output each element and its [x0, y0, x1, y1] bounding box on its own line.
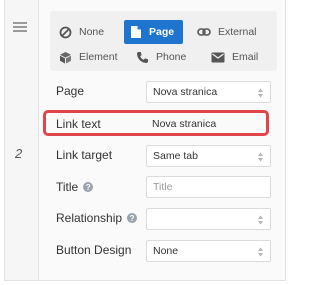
no-link-icon — [59, 26, 72, 38]
link-type-label: Phone — [156, 51, 187, 63]
link-type-page[interactable]: Page — [124, 20, 184, 44]
link-target-select[interactable]: Same tab — [146, 145, 271, 167]
link-type-none[interactable]: None — [59, 20, 104, 44]
link-settings-panel: 2 None Page External Element Phone Email… — [4, 0, 286, 281]
page-label: Page — [56, 84, 85, 98]
link-type-label: Element — [79, 51, 118, 63]
link-type-label: Page — [149, 26, 175, 38]
help-icon[interactable]: ? — [127, 213, 138, 223]
link-text-highlight — [43, 110, 269, 136]
page-select[interactable]: Nova stranica — [146, 81, 271, 103]
button-design-select[interactable]: None — [146, 240, 271, 262]
button-design-label: Button Design — [56, 243, 132, 257]
link-type-label: External — [218, 26, 257, 38]
row-number: 2 — [15, 146, 23, 161]
link-type-selector: None Page External Element Phone Email — [50, 11, 277, 71]
row-gutter: 2 — [5, 0, 39, 280]
select-arrows-icon — [258, 247, 263, 257]
phone-icon — [137, 51, 148, 63]
relationship-label: Relationship ? — [56, 211, 138, 225]
link-type-label: None — [79, 26, 105, 38]
link-type-email[interactable]: Email — [211, 45, 258, 69]
link-type-phone[interactable]: Phone — [136, 45, 186, 69]
help-icon[interactable]: ? — [83, 182, 94, 192]
envelope-icon — [211, 52, 225, 62]
select-arrows-icon — [258, 152, 263, 162]
page-icon — [131, 26, 141, 38]
select-arrows-icon — [258, 88, 263, 98]
drag-handle-icon[interactable] — [13, 22, 27, 32]
link-type-element[interactable]: Element — [59, 45, 118, 69]
title-input[interactable]: Title — [146, 176, 271, 198]
relationship-select[interactable] — [146, 208, 271, 230]
cube-icon — [60, 51, 71, 63]
title-label: Title ? — [56, 180, 94, 194]
link-target-label: Link target — [56, 148, 113, 162]
link-type-external[interactable]: External — [197, 20, 257, 44]
select-arrows-icon — [258, 215, 263, 225]
chain-link-icon — [197, 28, 211, 36]
link-type-label: Email — [232, 51, 259, 63]
link-form: None Page External Element Phone Email P… — [39, 0, 285, 280]
